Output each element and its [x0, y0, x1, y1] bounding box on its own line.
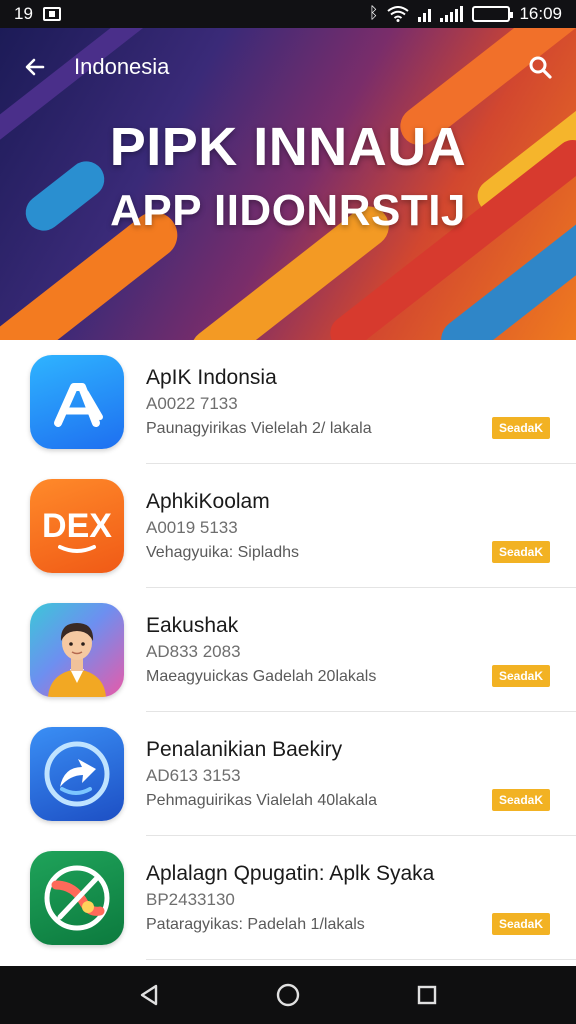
nav-recents-icon [417, 985, 436, 1005]
install-button[interactable]: SeadaK [492, 913, 550, 935]
nav-home-icon [276, 983, 300, 1007]
search-button[interactable] [524, 51, 556, 83]
signal-icon [418, 6, 432, 22]
list-item[interactable]: ApIK Indonsia A0022 7133 Paunagyirikas V… [0, 340, 576, 464]
install-button[interactable]: SeadaK [492, 665, 550, 687]
app-name: Aplalagn Qpugatin: Aplk Syaka [146, 862, 435, 885]
app-name: Eakushak [146, 614, 239, 637]
swirl-logo-icon [30, 851, 124, 945]
nav-home-button[interactable] [268, 975, 308, 1015]
nav-back-icon [141, 984, 158, 1006]
app-list: ApIK Indonsia A0022 7133 Paunagyirikas V… [0, 340, 576, 966]
status-bar: 19 ᛒ 16:09 [0, 0, 576, 28]
svg-text:DEX: DEX [42, 507, 112, 545]
nav-back-button[interactable] [129, 975, 169, 1015]
bluetooth-icon: ᛒ [368, 5, 379, 22]
arrow-left-icon [25, 58, 45, 76]
app-code: A0022 7133 [146, 394, 238, 413]
wifi-icon [387, 6, 410, 22]
list-item[interactable]: Eakushak AD833 2083 Maeagyuickas Gadelah… [0, 588, 576, 712]
clock-time: 16:09 [519, 4, 562, 23]
hero-subheadline: APP IIDONRSTIJ [110, 186, 466, 235]
status-left-text: 19 [14, 4, 33, 23]
app-meta: Vehagyuika: Sipladhs [146, 544, 299, 561]
nav-recents-button[interactable] [407, 975, 447, 1015]
app-meta: Pehmaguirikas Vialelah 40lakala [146, 792, 377, 809]
install-button[interactable]: SeadaK [492, 789, 550, 811]
app-name: AphkiKoolam [146, 490, 270, 513]
hero-banner: Indonesia PIPK INNAUA APP IIDONRSTIJ [0, 28, 576, 340]
app-bar: Indonesia [0, 28, 576, 106]
navigation-bar [0, 966, 576, 1024]
app-meta: Maeagyuickas Gadelah 20lakals [146, 668, 377, 685]
battery-icon [472, 6, 514, 22]
app-code: BP2433130 [146, 890, 235, 909]
app-store-a-icon [30, 355, 124, 449]
list-item[interactable]: Penalanikian Baekiry AD613 3153 Pehmagui… [0, 712, 576, 836]
install-button[interactable]: SeadaK [492, 541, 550, 563]
search-icon [529, 56, 552, 79]
page-title: Indonesia [74, 54, 170, 79]
app-name: ApIK Indonsia [146, 366, 277, 389]
install-button[interactable]: SeadaK [492, 417, 550, 439]
app-meta: Paunagyirikas Vielelah 2/ lakala [146, 420, 372, 437]
list-item[interactable]: DEX AphkiKoolam A0019 5133 Vehagyuika: S… [0, 464, 576, 588]
app-code: AD833 2083 [146, 642, 241, 661]
circular-arrow-icon [30, 727, 124, 821]
notification-icon [42, 7, 61, 21]
back-button[interactable] [20, 52, 50, 82]
app-code: AD613 3153 [146, 766, 241, 785]
app-name: Penalanikian Baekiry [146, 738, 343, 761]
list-item[interactable]: Aplalagn Qpugatin: Aplk Syaka BP2433130 … [0, 836, 576, 960]
dex-logo-icon: DEX [30, 479, 124, 573]
signal-strength-icon [440, 6, 464, 22]
hero-headline: PIPK INNAUA [109, 117, 467, 177]
app-code: A0019 5133 [146, 518, 238, 537]
app-meta: Pataragyikas: Padelah 1/lakals [146, 916, 365, 933]
avatar-person-icon [30, 603, 124, 697]
